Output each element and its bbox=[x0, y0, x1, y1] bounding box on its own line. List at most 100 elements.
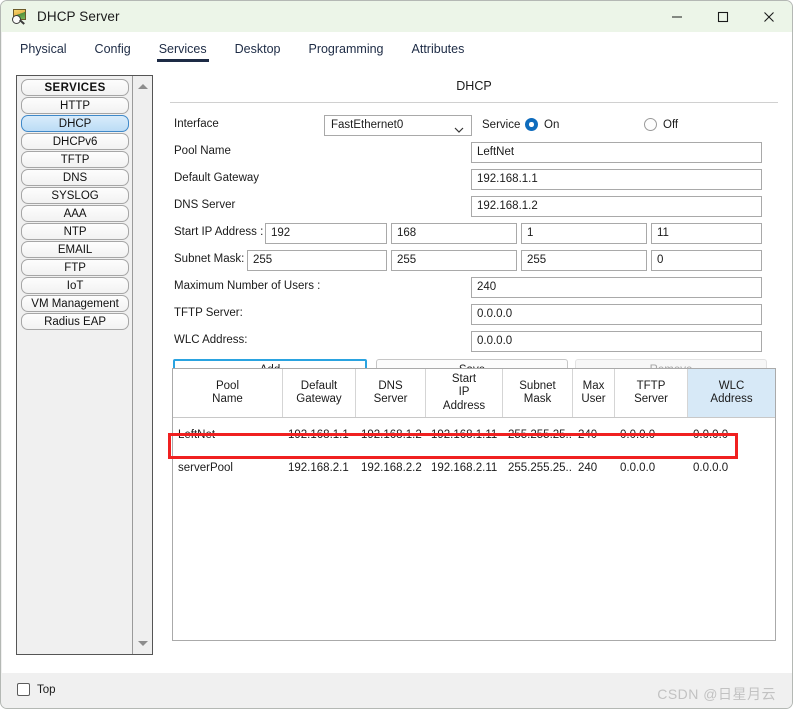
cell-tftp-server: 0.0.0.0 bbox=[620, 428, 656, 441]
minimize-button[interactable] bbox=[654, 1, 700, 32]
sidebar-item-dhcp[interactable]: DHCP bbox=[21, 115, 130, 132]
sidebar-item-dns[interactable]: DNS bbox=[21, 169, 130, 186]
tab-physical[interactable]: Physical bbox=[20, 32, 67, 65]
sidebar-item-ntp[interactable]: NTP bbox=[21, 223, 130, 240]
column-header-pool-name: Pool Name bbox=[173, 369, 283, 417]
services-list-header: SERVICES bbox=[21, 79, 130, 96]
cell-default-gateway: 192.168.1.1 bbox=[288, 428, 349, 441]
scroll-up-icon[interactable] bbox=[133, 78, 152, 95]
dhcp-pool-table: Pool Name Default Gateway DNS Server Start I… bbox=[172, 368, 776, 641]
interface-select-value: FastEthernet0 bbox=[331, 119, 404, 131]
radio-off-icon bbox=[644, 118, 657, 131]
interface-select[interactable]: FastEthernet0 bbox=[324, 115, 472, 136]
dhcp-form-panel: DHCP Interface FastEthernet0 Service On bbox=[170, 75, 778, 655]
window-title: DHCP Server bbox=[37, 9, 120, 24]
window-titlebar: DHCP Server bbox=[1, 1, 792, 32]
start-ip-row: Start IP Address : 192 168 1 11 bbox=[170, 223, 778, 245]
tab-programming[interactable]: Programming bbox=[308, 32, 383, 65]
max-users-label: Maximum Number of Users : bbox=[174, 280, 321, 292]
column-header-dns-server: DNS Server bbox=[356, 369, 426, 417]
start-ip-octet-2[interactable]: 168 bbox=[391, 223, 517, 244]
wlc-address-label: WLC Address: bbox=[174, 334, 248, 346]
sidebar-item-iot[interactable]: IoT bbox=[21, 277, 130, 294]
max-users-row: Maximum Number of Users : 240 bbox=[170, 277, 778, 299]
app-icon bbox=[12, 8, 28, 25]
cell-subnet-mask: 255.255.25... bbox=[508, 428, 573, 441]
start-ip-octet-3[interactable]: 1 bbox=[521, 223, 647, 244]
start-ip-octet-1[interactable]: 192 bbox=[265, 223, 387, 244]
checkbox-icon bbox=[17, 683, 30, 696]
cell-wlc-address: 0.0.0.0 bbox=[693, 461, 729, 474]
pool-name-input[interactable]: LeftNet bbox=[471, 142, 762, 163]
column-header-max-user: Max User bbox=[573, 369, 615, 417]
service-on-label: On bbox=[544, 118, 560, 131]
table-header-row: Pool Name Default Gateway DNS Server Start I… bbox=[173, 369, 775, 418]
default-gateway-label: Default Gateway bbox=[174, 172, 260, 184]
radio-on-icon bbox=[525, 118, 538, 131]
tftp-server-input[interactable]: 0.0.0.0 bbox=[471, 304, 762, 325]
cell-subnet-mask: 255.255.25... bbox=[508, 461, 573, 474]
tab-config[interactable]: Config bbox=[95, 32, 131, 65]
tftp-server-label: TFTP Server: bbox=[174, 307, 243, 319]
pool-name-label: Pool Name bbox=[174, 145, 231, 157]
cell-pool-name: LeftNet bbox=[178, 428, 216, 441]
default-gateway-input[interactable]: 192.168.1.1 bbox=[471, 169, 762, 190]
maximize-button[interactable] bbox=[700, 1, 746, 32]
content-area: SERVICES HTTP DHCP DHCPv6 TFTP DNS SYSLO… bbox=[2, 65, 792, 674]
sidebar-item-ftp[interactable]: FTP bbox=[21, 259, 130, 276]
sidebar-scrollbar[interactable] bbox=[132, 76, 152, 654]
wlc-address-input[interactable]: 0.0.0.0 bbox=[471, 331, 762, 352]
cell-default-gateway: 192.168.2.1 bbox=[288, 461, 349, 474]
sidebar-item-radius-eap[interactable]: Radius EAP bbox=[21, 313, 130, 330]
top-checkbox[interactable]: Top bbox=[17, 683, 56, 696]
subnet-mask-row: Subnet Mask: 255 255 255 0 bbox=[170, 250, 778, 272]
interface-label: Interface bbox=[174, 118, 219, 130]
sidebar-item-dhcpv6[interactable]: DHCPv6 bbox=[21, 133, 130, 150]
start-ip-octet-4[interactable]: 11 bbox=[651, 223, 762, 244]
dns-server-label: DNS Server bbox=[174, 199, 236, 211]
cell-start-ip: 192.168.2.11 bbox=[431, 461, 498, 474]
column-header-wlc-address: WLC Address bbox=[688, 369, 775, 417]
cell-dns-server: 192.168.1.2 bbox=[361, 428, 422, 441]
dhcp-server-window: DHCP Server Physical Config Services Des… bbox=[0, 0, 793, 709]
tab-attributes[interactable]: Attributes bbox=[412, 32, 465, 65]
table-row[interactable]: LeftNet 192.168.1.1 192.168.1.2 192.168.… bbox=[173, 418, 775, 451]
cell-tftp-server: 0.0.0.0 bbox=[620, 461, 656, 474]
table-row[interactable]: serverPool 192.168.2.1 192.168.2.2 192.1… bbox=[173, 451, 775, 484]
cell-dns-server: 192.168.2.2 bbox=[361, 461, 422, 474]
scroll-down-icon[interactable] bbox=[133, 635, 152, 652]
pool-name-row: Pool Name LeftNet bbox=[170, 142, 778, 164]
close-button[interactable] bbox=[746, 1, 792, 32]
column-header-start-ip-address: Start IP Address bbox=[426, 369, 503, 417]
sidebar-item-vm-management[interactable]: VM Management bbox=[21, 295, 130, 312]
subnet-mask-label: Subnet Mask: bbox=[174, 253, 245, 265]
watermark: CSDN @日星月云 bbox=[657, 686, 776, 702]
max-users-input[interactable]: 240 bbox=[471, 277, 762, 298]
dns-server-input[interactable]: 192.168.1.2 bbox=[471, 196, 762, 217]
title-divider bbox=[170, 102, 778, 103]
cell-pool-name: serverPool bbox=[178, 461, 233, 474]
top-checkbox-label: Top bbox=[37, 683, 56, 696]
service-off-radio[interactable]: Off bbox=[644, 118, 678, 131]
service-label: Service bbox=[482, 119, 521, 131]
wlc-address-row: WLC Address: 0.0.0.0 bbox=[170, 331, 778, 353]
chevron-down-icon bbox=[454, 122, 464, 141]
subnet-mask-octet-3[interactable]: 255 bbox=[521, 250, 647, 271]
column-header-subnet-mask: Subnet Mask bbox=[503, 369, 573, 417]
subnet-mask-octet-4[interactable]: 0 bbox=[651, 250, 762, 271]
column-header-tftp-server: TFTP Server bbox=[615, 369, 688, 417]
cell-max-user: 240 bbox=[578, 428, 598, 441]
subnet-mask-octet-1[interactable]: 255 bbox=[247, 250, 387, 271]
tab-services[interactable]: Services bbox=[156, 32, 209, 65]
sidebar-item-syslog[interactable]: SYSLOG bbox=[21, 187, 130, 204]
subnet-mask-octet-2[interactable]: 255 bbox=[391, 250, 517, 271]
sidebar-item-email[interactable]: EMAIL bbox=[21, 241, 130, 258]
sidebar-item-aaa[interactable]: AAA bbox=[21, 205, 130, 222]
service-on-radio[interactable]: On bbox=[525, 118, 559, 131]
services-list: SERVICES HTTP DHCP DHCPv6 TFTP DNS SYSLO… bbox=[17, 76, 132, 654]
tab-bar: Physical Config Services Desktop Program… bbox=[2, 32, 792, 65]
cell-max-user: 240 bbox=[578, 461, 598, 474]
sidebar-item-tftp[interactable]: TFTP bbox=[21, 151, 130, 168]
tab-desktop[interactable]: Desktop bbox=[235, 32, 281, 65]
sidebar-item-http[interactable]: HTTP bbox=[21, 97, 130, 114]
